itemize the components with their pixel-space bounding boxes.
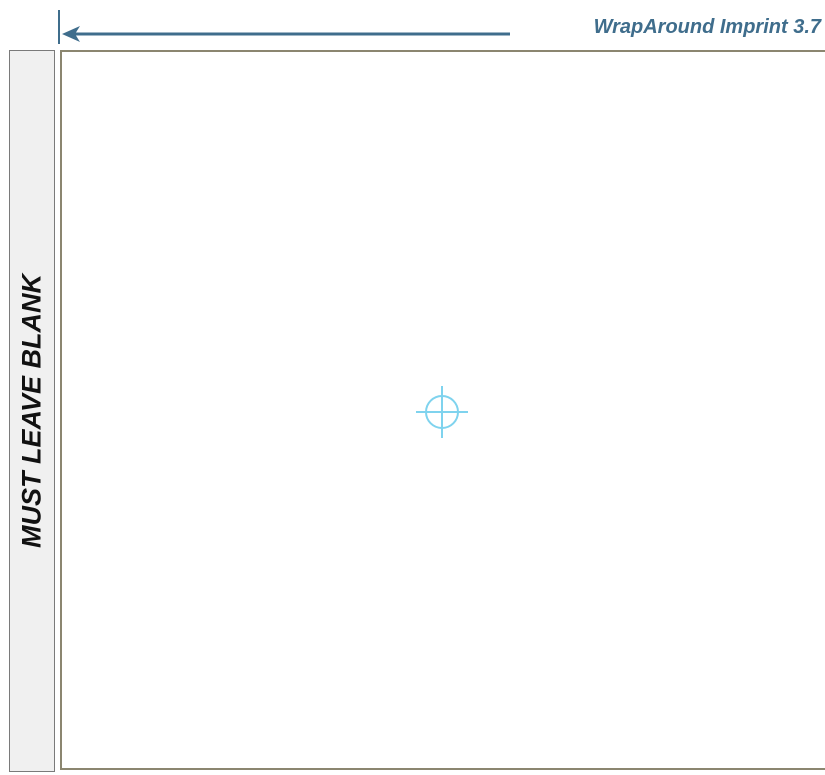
arrow-left-icon (62, 26, 510, 42)
header-title: WrapAround Imprint 3.7 (593, 16, 821, 38)
crosshair-icon (416, 386, 468, 438)
must-leave-blank-label: MUST LEAVE BLANK (16, 274, 47, 548)
left-guide-bar (58, 10, 60, 44)
must-leave-blank-strip: MUST LEAVE BLANK (9, 50, 55, 772)
